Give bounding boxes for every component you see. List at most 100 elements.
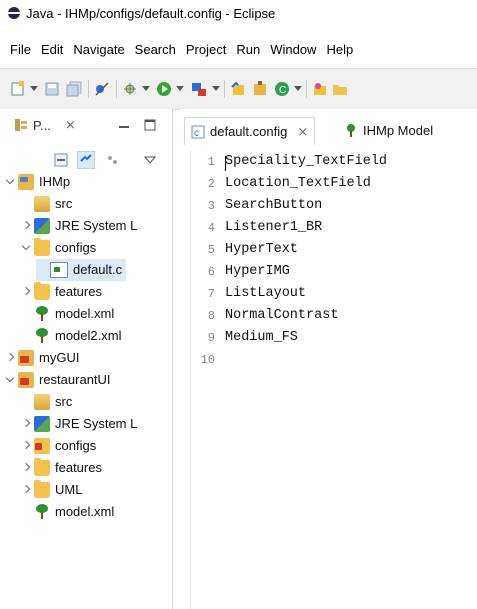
debug-dropdown-icon[interactable] bbox=[142, 86, 150, 91]
new-dropdown-icon[interactable] bbox=[30, 86, 38, 91]
save-all-icon[interactable] bbox=[66, 81, 82, 97]
text-editor[interactable]: 1 Speciality_TextField 2 Location_TextField… bbox=[190, 151, 477, 609]
collapse-arrow-icon[interactable] bbox=[20, 484, 32, 496]
tree-item[interactable]: restaurantUI bbox=[4, 369, 111, 391]
code-line[interactable]: SearchButton bbox=[225, 195, 322, 217]
tree-item-label: model.xml bbox=[55, 504, 115, 519]
new-icon[interactable] bbox=[10, 81, 26, 97]
toolbar-separator bbox=[116, 80, 117, 98]
tree-item[interactable]: myGUI bbox=[4, 347, 79, 369]
line-number: 1 bbox=[207, 155, 215, 169]
svg-text:c: c bbox=[194, 128, 199, 139]
tree-item[interactable]: JRE System L bbox=[20, 215, 137, 237]
code-line[interactable]: Location_TextField bbox=[225, 173, 371, 195]
menu-edit[interactable]: Edit bbox=[41, 42, 63, 57]
minimize-icon[interactable] bbox=[118, 121, 130, 133]
save-icon[interactable] bbox=[44, 81, 60, 97]
tree-model-icon bbox=[347, 124, 355, 137]
tree-item[interactable]: model2.xml bbox=[20, 325, 121, 347]
new-class-icon[interactable]: C bbox=[274, 81, 290, 97]
menu-project[interactable]: Project bbox=[186, 42, 226, 57]
skip-breakpoints-icon[interactable] bbox=[94, 81, 110, 97]
tree-item[interactable]: src bbox=[20, 193, 72, 215]
new-package-icon[interactable] bbox=[252, 81, 268, 97]
tree-item[interactable]: configs bbox=[20, 435, 96, 457]
tree-item[interactable]: model.xml bbox=[20, 303, 114, 325]
new-java-project-icon[interactable] bbox=[230, 81, 246, 97]
folder-icon bbox=[34, 458, 50, 476]
collapse-arrow-icon[interactable] bbox=[4, 352, 16, 364]
code-line[interactable]: Listener1_BR bbox=[225, 217, 322, 239]
run-icon[interactable] bbox=[156, 81, 172, 97]
open-folder-icon[interactable] bbox=[332, 81, 348, 97]
close-icon[interactable]: ⨯ bbox=[65, 117, 76, 133]
new-class-dropdown-icon[interactable] bbox=[294, 86, 302, 91]
menu-window[interactable]: Window bbox=[270, 42, 316, 57]
tab-ihmp-model-label: IHMp Model bbox=[363, 122, 434, 138]
text-caret bbox=[225, 156, 226, 171]
menu-run[interactable]: Run bbox=[236, 42, 260, 57]
package-explorer-view: P... ⨯ IHMp src JRE System L configs default… bbox=[0, 109, 173, 609]
tree-item[interactable]: model.xml bbox=[20, 501, 114, 523]
code-line[interactable]: HyperIMG bbox=[225, 261, 290, 283]
code-line[interactable]: HyperText bbox=[225, 239, 298, 261]
tree-item[interactable]: features bbox=[20, 281, 102, 303]
tree-item[interactable]: features bbox=[20, 457, 102, 479]
link-with-editor-icon[interactable] bbox=[77, 151, 95, 169]
toolbar-separator bbox=[224, 80, 225, 98]
folder-icon bbox=[34, 238, 50, 256]
tree-item[interactable]: IHMp bbox=[4, 171, 70, 193]
code-line[interactable]: NormalContrast bbox=[225, 305, 338, 327]
tree-item[interactable]: src bbox=[20, 391, 72, 413]
tree-item[interactable]: configs bbox=[20, 237, 96, 259]
expand-arrow-icon[interactable] bbox=[20, 242, 32, 254]
debug-icon[interactable] bbox=[122, 81, 138, 97]
code-line[interactable]: ListLayout bbox=[225, 283, 306, 305]
view-menu-icon[interactable] bbox=[144, 155, 156, 165]
project-error-icon bbox=[18, 350, 34, 366]
line-number: 7 bbox=[207, 287, 215, 301]
config-file-icon: c bbox=[191, 125, 205, 139]
code-line[interactable]: Speciality_TextField bbox=[225, 151, 387, 173]
package-explorer-tab[interactable]: P... ⨯ bbox=[14, 117, 76, 133]
tree-item[interactable]: JRE System L bbox=[20, 413, 137, 435]
tree-item-label: myGUI bbox=[39, 350, 80, 365]
collapse-arrow-icon[interactable] bbox=[20, 462, 32, 474]
collapse-arrow-icon[interactable] bbox=[20, 418, 32, 430]
tree-model-icon bbox=[34, 328, 50, 344]
menu-file[interactable]: File bbox=[10, 42, 31, 57]
expand-arrow-icon[interactable] bbox=[4, 374, 16, 386]
run-dropdown-icon[interactable] bbox=[176, 86, 184, 91]
maximize-icon[interactable] bbox=[144, 119, 156, 131]
external-tools-dropdown-icon[interactable] bbox=[212, 86, 220, 91]
tree-item-label: restaurantUI bbox=[39, 372, 111, 387]
tree-item-label: model2.xml bbox=[55, 328, 122, 343]
tab-default-config[interactable]: c default.config ⨯ bbox=[184, 117, 316, 145]
editor-tabstrip: c default.config ⨯ IHMp Model bbox=[180, 109, 477, 147]
tree-item-label: features bbox=[55, 284, 102, 299]
menu-bar: File Edit Navigate Search Project Run Wi… bbox=[0, 38, 477, 60]
tree-item-label: default.c bbox=[73, 262, 123, 277]
open-type-icon[interactable] bbox=[312, 81, 328, 97]
expand-arrow-icon[interactable] bbox=[4, 176, 16, 188]
collapse-arrow-icon[interactable] bbox=[20, 286, 32, 298]
external-tools-icon[interactable] bbox=[190, 81, 208, 97]
tree-model-icon bbox=[34, 504, 50, 520]
menu-search[interactable]: Search bbox=[135, 42, 176, 57]
tab-ihmp-model[interactable]: IHMp Model bbox=[344, 117, 433, 143]
collapse-all-icon[interactable] bbox=[54, 153, 68, 167]
close-icon[interactable]: ⨯ bbox=[297, 124, 308, 140]
code-line[interactable]: Medium_FS bbox=[225, 327, 298, 349]
menu-help[interactable]: Help bbox=[326, 42, 353, 57]
focus-icon[interactable] bbox=[105, 153, 119, 167]
project-error-icon bbox=[18, 372, 34, 388]
collapse-arrow-icon[interactable] bbox=[20, 220, 32, 232]
tree-item-selected[interactable]: default.c bbox=[36, 259, 127, 281]
menu-navigate[interactable]: Navigate bbox=[73, 42, 124, 57]
collapse-arrow-icon[interactable] bbox=[20, 440, 32, 452]
window-title: Java - IHMp/configs/default.config - Ecl… bbox=[26, 5, 276, 21]
tree-model-icon bbox=[34, 306, 50, 322]
tree-item[interactable]: UML bbox=[20, 479, 82, 501]
